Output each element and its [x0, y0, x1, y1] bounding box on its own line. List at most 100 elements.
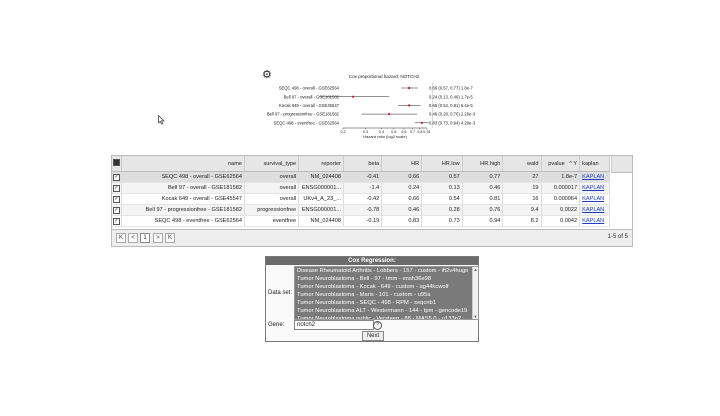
- dataset-label: Data set:: [268, 290, 293, 296]
- cell-hr-low: 0.73: [421, 215, 463, 227]
- row-checkbox[interactable]: ✓: [112, 193, 122, 205]
- check-icon: ✓: [112, 217, 120, 225]
- cell-reporter: ENSG000001...: [298, 204, 345, 216]
- x-tick-label: 0.8: [417, 130, 422, 134]
- check-icon: ✓: [112, 195, 120, 203]
- cell-survival-type: overall: [244, 182, 300, 194]
- dataset-option[interactable]: Tumor Neuroblastoma ALT - Westermann - 1…: [295, 307, 478, 315]
- plot-row-stat: 0.66 (0.54, 0.81) 6.4e-5: [429, 103, 473, 108]
- cell-wald: 16: [502, 193, 542, 205]
- plot-row-stat: 0.46 (0.28, 0.76) 2.20e-3: [429, 112, 476, 117]
- cell-survival-type: overall: [244, 193, 300, 205]
- next-button[interactable]: Next: [362, 331, 384, 341]
- kaplan-link[interactable]: KAPLAN: [582, 185, 604, 191]
- table-row[interactable]: ✓ Bell 97 - overall - GSE181582 overall ENS…: [112, 182, 610, 194]
- cell-wald: 19: [502, 182, 542, 194]
- cell-name: SEQC 498 - overall - GSE62564: [121, 171, 245, 183]
- table-row[interactable]: ✓ SEQC 498 - eventfree - GSE62564 eventfre…: [112, 215, 610, 227]
- dataset-option[interactable]: Disease Rheumatoid Arthritis - Lobbers -…: [295, 267, 478, 275]
- table-row[interactable]: ✓ SEQC 498 - overall - GSE62564 overall NM_…: [112, 171, 610, 183]
- col-header-kaplan[interactable]: kaplan: [579, 156, 610, 172]
- plot-row-label: SEQC 498 - overall - GSE62564: [279, 86, 340, 91]
- row-checkbox[interactable]: ✓: [112, 204, 122, 216]
- plot-row-stat: 0.24 (0.13, 0.46) 1.7e-5: [429, 94, 473, 99]
- cell-beta: -0.41: [343, 171, 383, 183]
- last-page-button[interactable]: K: [165, 233, 175, 243]
- plot-row-stat: 0.83 (0.73, 0.94) 4.20e-3: [429, 120, 476, 125]
- col-header-pvalue[interactable]: pvalue ^ Y: [541, 156, 581, 172]
- next-page-button[interactable]: >: [153, 233, 163, 243]
- kaplan-link[interactable]: KAPLAN: [582, 196, 604, 202]
- cell-kaplan: KAPLAN: [579, 215, 610, 227]
- x-tick-label: 0.2: [340, 130, 345, 134]
- col-header-beta[interactable]: beta: [343, 156, 383, 172]
- check-icon: ✓: [112, 184, 120, 192]
- dataset-option[interactable]: Tumor Neuroblastoma - Maris - 101 - cust…: [295, 291, 478, 299]
- col-header-reporter[interactable]: reporter: [298, 156, 345, 172]
- dataset-option[interactable]: Tumor Neuroblastoma - Kocak - 649 - cust…: [295, 283, 478, 291]
- cell-pvalue: 1.8e-7: [541, 171, 581, 183]
- scroll-up-icon[interactable]: ▲: [473, 267, 478, 272]
- dataset-listbox[interactable]: Disease Rheumatoid Arthritis - Lobbers -…: [294, 266, 479, 320]
- x-tick-label: 0.91: [423, 130, 430, 134]
- row-checkbox[interactable]: ✓: [112, 215, 122, 227]
- plot-title: Cox proportional hazard: NOTCH2: [349, 74, 420, 79]
- gene-label: Gene:: [268, 322, 285, 328]
- cell-survival-type: progressionfree: [244, 204, 300, 216]
- select-all-checkbox[interactable]: [112, 156, 122, 172]
- col-header-hr-low[interactable]: HR.low: [421, 156, 463, 172]
- cell-survival-type: overall: [244, 171, 300, 183]
- kaplan-link[interactable]: KAPLAN: [582, 174, 604, 180]
- cell-reporter: UKv4_A_23_...: [298, 193, 345, 205]
- cell-hr: 0.46: [381, 204, 423, 216]
- plot-row-label: Kocak 649 - overall - GSE45547: [279, 103, 340, 108]
- kaplan-link[interactable]: KAPLAN: [582, 207, 604, 213]
- cell-hr-high: 0.81: [462, 193, 504, 205]
- pager: K < 1 > K 1-5 of 5: [112, 229, 632, 246]
- cell-kaplan: KAPLAN: [579, 182, 610, 194]
- cell-reporter: ENSG000001...: [298, 182, 345, 194]
- cell-pvalue: 0.0022: [541, 204, 581, 216]
- sort-filter-icon[interactable]: ^ Y: [569, 161, 577, 167]
- gene-input[interactable]: notch2: [294, 320, 374, 330]
- cell-hr: 0.24: [381, 182, 423, 194]
- col-header-survival-type[interactable]: survival_type: [244, 156, 300, 172]
- mouse-cursor-icon: [158, 115, 165, 125]
- cell-kaplan: KAPLAN: [579, 171, 610, 183]
- cell-hr-low: 0.28: [421, 204, 463, 216]
- dataset-option[interactable]: Tumor Neuroblastoma - SEQC - 498 - RPM -…: [295, 299, 478, 307]
- cell-wald: 8.2: [502, 215, 542, 227]
- scroll-down-icon[interactable]: ▼: [473, 314, 478, 319]
- cell-beta: -1.4: [343, 182, 383, 194]
- table-row[interactable]: ✓ Bell 97 - progressionfree - GSE181582 pr…: [112, 204, 610, 216]
- page-number-input[interactable]: 1: [140, 233, 150, 243]
- table-row[interactable]: ✓ Kocak 649 - overall - GSE45547 overall UK…: [112, 193, 610, 205]
- row-checkbox[interactable]: ✓: [112, 182, 122, 194]
- hr-point: [352, 95, 355, 98]
- row-checkbox[interactable]: ✓: [112, 171, 122, 183]
- col-header-hr-high[interactable]: HR.high: [462, 156, 504, 172]
- cell-name: Bell 97 - overall - GSE181582: [121, 182, 245, 194]
- plot-row-stat: 0.66 (0.57, 0.77) 1.8e-7: [429, 86, 473, 91]
- check-icon: ✓: [112, 173, 120, 181]
- prev-page-button[interactable]: <: [128, 233, 138, 243]
- cell-hr: 0.66: [381, 171, 423, 183]
- cell-reporter: NM_024408: [298, 171, 345, 183]
- hr-point: [388, 113, 391, 116]
- dataset-scrollbar[interactable]: ▲ ▼: [472, 267, 478, 319]
- cox-regression-panel: Cox Regression: Data set: Disease Rheuma…: [265, 256, 479, 342]
- cell-hr-high: 0.76: [462, 204, 504, 216]
- first-page-button[interactable]: K: [116, 233, 126, 243]
- col-header-name[interactable]: name: [121, 156, 245, 172]
- col-header-hr[interactable]: HR: [381, 156, 423, 172]
- hr-point: [408, 86, 411, 90]
- col-header-wald[interactable]: wald: [502, 156, 542, 172]
- table-header-row: name survival_type reporter beta HR HR.l…: [112, 156, 610, 172]
- dataset-option[interactable]: Tumor Neuroblastoma - Bell - 97 - tmm - …: [295, 275, 478, 283]
- cell-beta: -0.42: [343, 193, 383, 205]
- x-tick-label: 0.7: [410, 130, 415, 134]
- kaplan-link[interactable]: KAPLAN: [582, 218, 604, 224]
- help-icon[interactable]: ?: [373, 321, 382, 330]
- cell-kaplan: KAPLAN: [579, 204, 610, 216]
- cell-wald: 9.4: [502, 204, 542, 216]
